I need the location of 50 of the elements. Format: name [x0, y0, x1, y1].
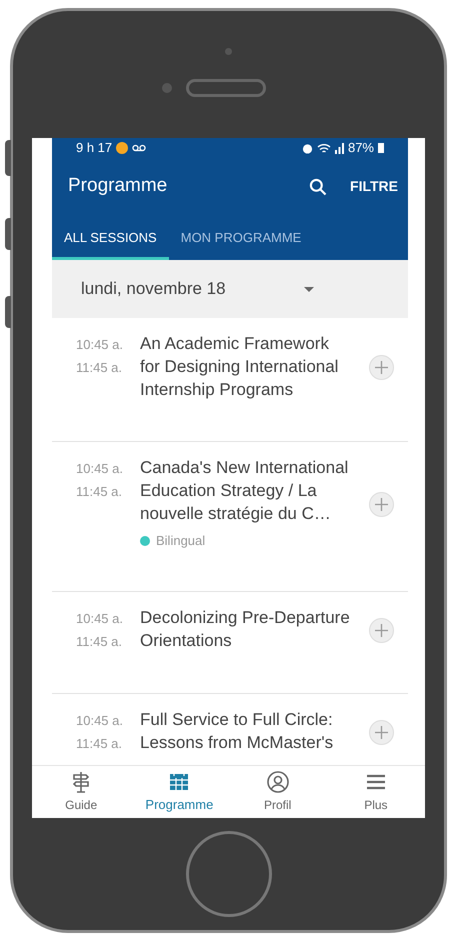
session-title: An Academic Framework for Designing International Internship Programs [140, 333, 340, 401]
search-button[interactable] [308, 176, 328, 196]
plus-icon [375, 361, 388, 374]
side-button[interactable] [5, 140, 11, 176]
plus-icon [375, 726, 388, 738]
add-button[interactable] [369, 492, 394, 517]
home-button[interactable] [186, 831, 272, 917]
speaker-icon [186, 79, 266, 97]
battery-icon [378, 143, 384, 153]
nav-item[interactable]: Programme [130, 766, 228, 818]
session-row[interactable]: 10:45 a. 11:45 a. An Academic Framework for Designing International Internship Programs [52, 318, 408, 442]
session-row[interactable]: 10:45 a. 11:45 a. Decolonizing Pre-Departure Orientations [52, 592, 408, 694]
add-button[interactable] [369, 355, 394, 380]
app-title: Programme [68, 174, 168, 198]
status-time: 9 h 17 [76, 139, 112, 158]
side-button[interactable] [5, 296, 11, 328]
end-time: 11:45 a. [76, 734, 124, 752]
session-row[interactable]: 10:45 a. 11:45 a. Canada's New International Education Strategy / La nouvelle stratégie du C… Bilingual [52, 442, 408, 592]
session-title: Decolonizing Pre-Departure Orientations [140, 606, 351, 652]
start-time: 10:45 a. [76, 712, 124, 730]
tag-label: Bilingual [156, 532, 206, 550]
plus-icon [375, 498, 388, 511]
dropdown-caret-icon [304, 286, 314, 292]
add-button[interactable] [369, 618, 394, 642]
add-button[interactable] [369, 720, 394, 744]
notification-icon [116, 142, 128, 154]
voicemail-icon [132, 144, 146, 152]
nav-item[interactable]: Profil [228, 766, 327, 818]
nav-item[interactable]: Plus [326, 766, 425, 818]
person-icon [266, 770, 290, 794]
session-title: Canada's New International Education Strategy / La nouvelle stratégie du C… [140, 457, 350, 525]
battery-percent: 87% [348, 139, 374, 158]
date-dropdown[interactable]: lundi, novembre 18 [52, 260, 408, 318]
wifi-icon [316, 142, 331, 154]
start-time: 10:45 a. [76, 610, 124, 628]
session-title: Full Service to Full Circle: Lessons from McMaster's [140, 708, 334, 754]
signal-icon [334, 142, 344, 154]
search-icon [308, 176, 328, 196]
plus-icon [375, 624, 388, 636]
start-time: 10:45 a. [76, 460, 124, 478]
end-time: 11:45 a. [76, 632, 124, 650]
end-time: 11:45 a. [76, 483, 124, 501]
camera-icon [225, 48, 232, 55]
sensor-icon [162, 83, 172, 93]
nav-item[interactable]: Guide [32, 766, 130, 818]
start-time: 10:45 a. [76, 336, 124, 354]
side-button[interactable] [5, 218, 11, 250]
tab[interactable]: MON PROGRAMME [168, 215, 314, 260]
filter-button[interactable]: FILTRE [350, 176, 398, 197]
end-time: 11:45 a. [76, 359, 124, 377]
